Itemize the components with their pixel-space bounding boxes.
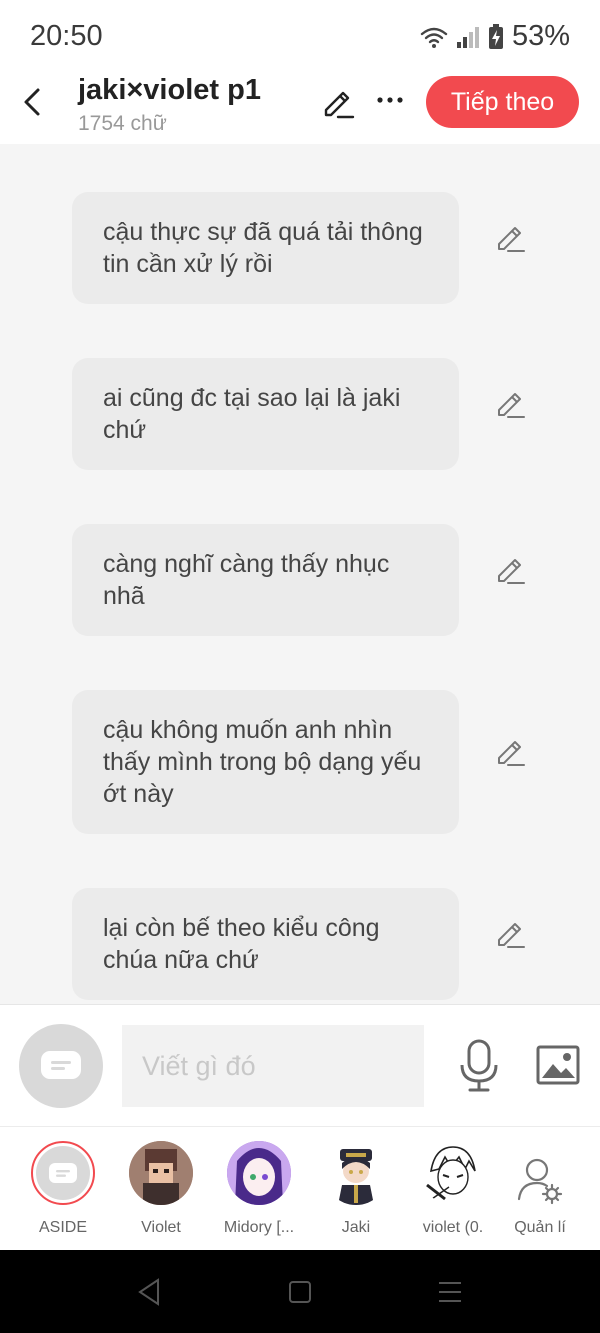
user-settings-icon <box>517 1158 563 1205</box>
pencil-icon <box>498 923 525 948</box>
nav-back-button[interactable] <box>134 1276 166 1308</box>
character-bar: ASIDE Violet Midory [... Jaki violet (0.… <box>0 1126 600 1250</box>
editor-header: jaki×violet p1 1754 chữ Tiếp theo <box>0 74 600 144</box>
aside-toggle-button[interactable] <box>19 1024 103 1108</box>
avatar <box>31 1141 95 1205</box>
character-label: Violet <box>141 1219 181 1236</box>
edit-title-button[interactable] <box>320 84 356 120</box>
character-jaki[interactable]: Jaki <box>301 1141 411 1237</box>
edit-message-button[interactable] <box>494 734 528 768</box>
menu-lines-icon <box>439 1282 461 1302</box>
square-home-icon <box>289 1281 311 1303</box>
message-input[interactable] <box>122 1025 424 1107</box>
battery-icon <box>488 23 503 49</box>
chevron-left-icon <box>24 88 40 116</box>
message-row: cậu thực sự đã quá tải thông tin cần xử … <box>72 192 542 304</box>
message-bubble[interactable]: cậu thực sự đã quá tải thông tin cần xử … <box>72 192 459 304</box>
story-title: jaki×violet p1 <box>78 74 261 106</box>
character-label: ASIDE <box>38 1219 87 1236</box>
microphone-button[interactable] <box>458 1039 500 1093</box>
back-button[interactable] <box>16 84 48 120</box>
edit-message-button[interactable] <box>494 220 528 254</box>
message-row: lại còn bế theo kiểu công chúa nữa chứ <box>72 888 542 1000</box>
status-icons: 53% <box>420 20 570 53</box>
more-horizontal-icon <box>377 97 403 103</box>
word-count: 1754 chữ <box>78 112 167 135</box>
avatar <box>227 1141 291 1205</box>
edit-message-button[interactable] <box>494 552 528 586</box>
chat-bubble-icon <box>49 1163 77 1183</box>
more-button[interactable] <box>372 82 408 118</box>
image-icon <box>536 1045 580 1085</box>
nav-recents-button[interactable] <box>434 1276 466 1308</box>
avatar <box>129 1141 193 1205</box>
microphone-icon <box>460 1039 498 1092</box>
chat-bubble-icon <box>41 1051 81 1079</box>
avatar <box>324 1141 388 1205</box>
message-bubble[interactable]: càng nghĩ càng thấy nhục nhã <box>72 524 459 636</box>
character-label: Midory [... <box>223 1219 295 1236</box>
character-violet[interactable]: Violet <box>106 1141 216 1237</box>
edit-message-button[interactable] <box>494 916 528 950</box>
message-row: càng nghĩ càng thấy nhục nhã <box>72 524 542 636</box>
status-time: 20:50 <box>30 20 103 52</box>
character-label: Jaki <box>341 1219 371 1236</box>
wifi-icon <box>420 27 448 48</box>
system-nav-bar <box>0 1250 600 1333</box>
battery-percent: 53% <box>511 20 570 52</box>
manage-icon-wrap <box>508 1141 572 1205</box>
character-label: violet (0. <box>422 1219 484 1236</box>
signal-icon <box>456 26 479 48</box>
pencil-icon <box>498 559 525 584</box>
image-button[interactable] <box>536 1045 580 1085</box>
triangle-back-icon <box>138 1278 159 1306</box>
edit-message-button[interactable] <box>494 386 528 420</box>
character-aside[interactable]: ASIDE <box>8 1141 118 1237</box>
message-bubble[interactable]: lại còn bế theo kiểu công chúa nữa chứ <box>72 888 459 1000</box>
avatar <box>421 1141 485 1205</box>
pencil-icon <box>498 393 525 418</box>
message-row: cậu không muốn anh nhìn thấy mình trong … <box>72 690 542 834</box>
character-midory[interactable]: Midory [... <box>204 1141 314 1237</box>
message-row: ai cũng đc tại sao lại là jaki chứ <box>72 358 542 470</box>
next-button[interactable]: Tiếp theo <box>426 76 579 128</box>
pencil-icon <box>498 227 525 252</box>
composer-bar <box>0 1004 600 1126</box>
message-bubble[interactable]: cậu không muốn anh nhìn thấy mình trong … <box>72 690 459 834</box>
character-label: Quản lí <box>514 1219 566 1236</box>
nav-home-button[interactable] <box>284 1276 316 1308</box>
status-bar: 20:50 53% <box>0 0 600 76</box>
message-list: cậu thực sự đã quá tải thông tin cần xử … <box>0 144 600 1004</box>
pencil-icon <box>324 91 355 119</box>
message-bubble[interactable]: ai cũng đc tại sao lại là jaki chứ <box>72 358 459 470</box>
manage-characters-button[interactable]: Quản lí <box>485 1141 595 1237</box>
pencil-icon <box>498 741 525 766</box>
